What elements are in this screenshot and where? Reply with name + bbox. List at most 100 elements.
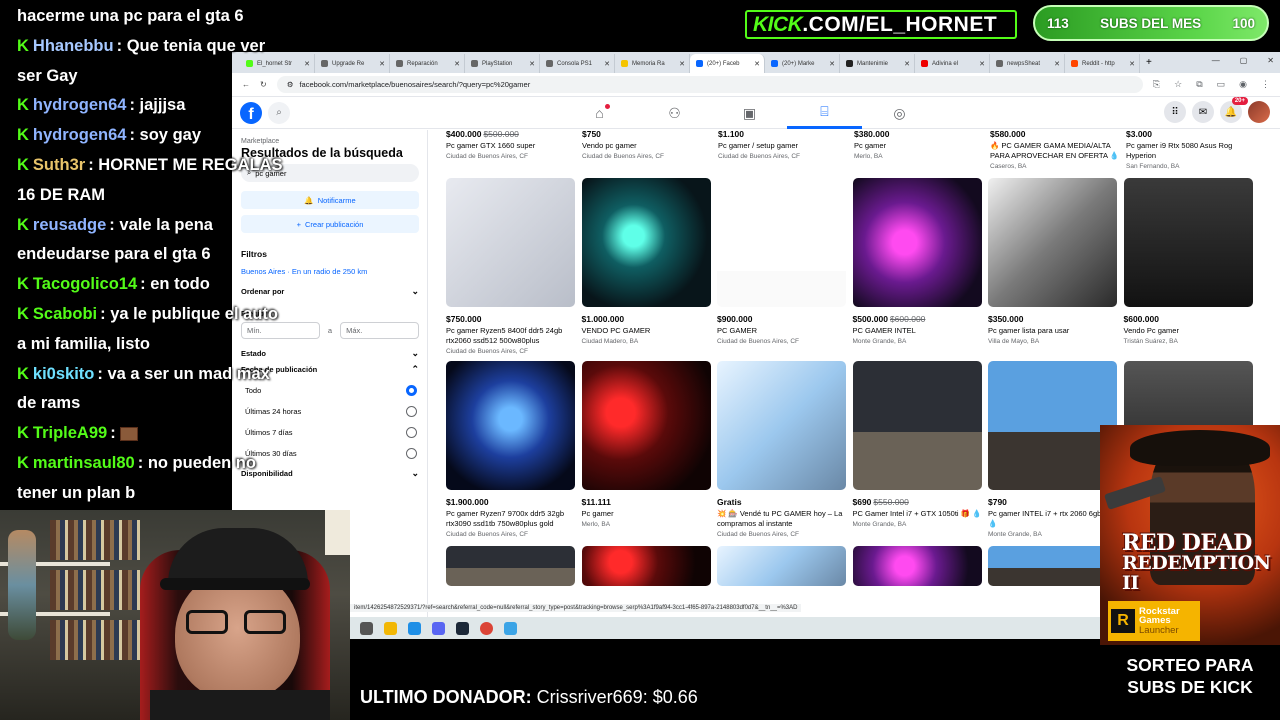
listing-card[interactable]: $380.000 Pc gamer Merlo, BA: [854, 129, 983, 170]
listing-image[interactable]: [988, 178, 1117, 307]
listing-card[interactable]: $500.000 $600.000 PC GAMER INTEL Monte Gran…: [852, 178, 982, 355]
listing-card[interactable]: $790 Pc gamer INTEL i7 + rtx 2060 6gb 🎁 💧…: [988, 361, 1117, 538]
cast-icon[interactable]: ⎘: [1153, 79, 1160, 90]
listing-title[interactable]: 💥 🎰 Vendé tu PC GAMER hoy – La compramos…: [717, 509, 846, 529]
listing-image[interactable]: [446, 178, 575, 307]
listing-card[interactable]: Gratis 💥 🎰 Vendé tu PC GAMER hoy – La com…: [717, 361, 846, 538]
marketplace-icon[interactable]: ⌸: [787, 97, 862, 129]
listing-title[interactable]: Vendo pc gamer: [582, 141, 711, 151]
browser-tab[interactable]: (20+) Marke ✕: [765, 54, 840, 73]
chat-username[interactable]: hydrogen64: [33, 126, 127, 144]
browser-tab[interactable]: Mantenimie ✕: [840, 54, 915, 73]
listing-title[interactable]: Pc gamer: [854, 141, 983, 151]
browser-tab[interactable]: (20+) Faceb ✕: [690, 54, 765, 73]
listing-title[interactable]: 🔥 PC GAMER GAMA MEDIA/ALTA PARA APROVECH…: [990, 141, 1119, 161]
listing-image[interactable]: [581, 546, 711, 586]
listing-image[interactable]: [446, 361, 575, 490]
listing-image[interactable]: [852, 361, 982, 490]
listing-title[interactable]: Vendo Pc gamer: [1124, 326, 1253, 336]
listing-title[interactable]: PC GAMER: [717, 326, 846, 336]
listing-card[interactable]: $600.000 Vendo Pc gamer Tristán Suárez, BA: [1123, 178, 1253, 355]
listing-card[interactable]: $1.900.000 Pc gamer Ryzen7 9700x ddr5 32g…: [446, 361, 575, 538]
home-icon[interactable]: ⌂: [562, 97, 637, 129]
listing-card[interactable]: $690 $550.000 PC Gamer Intel i7 + GTX 1050…: [852, 361, 982, 538]
close-tab-icon[interactable]: ✕: [1129, 60, 1135, 68]
steam-icon[interactable]: [456, 621, 469, 635]
chat-username[interactable]: martinsaul80: [33, 454, 135, 472]
listing-image[interactable]: [581, 361, 711, 490]
browser-tab[interactable]: newpsSheat ✕: [990, 54, 1065, 73]
browser-tab[interactable]: Memoria Ra ✕: [615, 54, 690, 73]
profile-icon[interactable]: ◉: [1239, 79, 1247, 90]
listing-image[interactable]: [1123, 178, 1253, 307]
listing-image[interactable]: [717, 361, 846, 490]
chat-username[interactable]: ki0skito: [33, 365, 94, 383]
notifications-icon[interactable]: 🔔 20+: [1220, 97, 1248, 123]
listing-card[interactable]: $11.111 Pc gamer Merlo, BA: [581, 361, 711, 538]
listing-title[interactable]: Pc gamer: [582, 509, 711, 519]
edge-icon[interactable]: [408, 621, 421, 635]
close-tab-icon[interactable]: ✕: [829, 60, 835, 68]
listing-image[interactable]: [581, 178, 711, 307]
listing-card[interactable]: $1.100 Pc gamer / setup gamer Ciudad de Bu…: [718, 129, 847, 170]
notepad-icon[interactable]: [504, 621, 517, 635]
close-tab-icon[interactable]: ✕: [604, 60, 610, 68]
friends-icon[interactable]: ⚇: [637, 97, 712, 129]
listing-image[interactable]: [988, 546, 1117, 586]
browser-tab[interactable]: Reddit - http ✕: [1065, 54, 1140, 73]
close-tab-icon[interactable]: ✕: [979, 60, 985, 68]
chat-username[interactable]: Tacogolico14: [33, 275, 137, 293]
listing-image[interactable]: [717, 546, 846, 586]
close-tab-icon[interactable]: ✕: [754, 60, 760, 68]
messenger-icon[interactable]: ✉: [1192, 101, 1214, 123]
listing-card[interactable]: $750.000 Pc gamer Ryzen5 8400f ddr5 24gb …: [446, 178, 575, 355]
listing-image[interactable]: [988, 361, 1117, 490]
browser-tab[interactable]: Consola PS1 ✕: [540, 54, 615, 73]
apps-grid-icon[interactable]: ⠿: [1164, 101, 1186, 123]
sidebar-icon[interactable]: ▭: [1217, 79, 1226, 90]
groups-icon[interactable]: ◎: [862, 97, 937, 129]
chat-username[interactable]: reusadge: [33, 216, 106, 234]
listing-card[interactable]: $580.000 🔥 PC GAMER GAMA MEDIA/ALTA PARA …: [990, 129, 1119, 170]
listing-title[interactable]: Pc gamer GTX 1660 super: [446, 141, 575, 151]
listing-card[interactable]: $900.000 PC GAMER Ciudad de Buenos Aires, …: [717, 178, 846, 355]
bookmark-star-icon[interactable]: ☆: [1174, 79, 1182, 90]
chat-username[interactable]: hydrogen64: [33, 96, 127, 114]
menu-icon[interactable]: ⋮: [1261, 79, 1270, 90]
listing-image[interactable]: [446, 546, 575, 586]
radio-button[interactable]: [406, 385, 417, 396]
browser-tab[interactable]: Adivina el ✕: [915, 54, 990, 73]
listing-title[interactable]: PC Gamer Intel i7 + GTX 1050ti 🎁 💧: [853, 509, 982, 519]
listing-title[interactable]: Pc gamer lista para usar: [988, 326, 1117, 336]
browser-tab[interactable]: PlayStation ✕: [465, 54, 540, 73]
chat-username[interactable]: Scabobi: [33, 305, 97, 323]
file-explorer-icon[interactable]: [384, 621, 397, 635]
listing-title[interactable]: VENDO PC GAMER: [582, 326, 711, 336]
close-tab-icon[interactable]: ✕: [379, 60, 385, 68]
close-window-icon[interactable]: ✕: [1267, 56, 1274, 65]
listing-image[interactable]: [852, 546, 982, 586]
close-tab-icon[interactable]: ✕: [529, 60, 535, 68]
chat-username[interactable]: Hhanebbu: [33, 37, 114, 55]
taskbar-app-icon[interactable]: [360, 621, 373, 635]
chrome-icon[interactable]: [480, 621, 493, 635]
browser-tab[interactable]: Upgrade Re ✕: [315, 54, 390, 73]
listing-title[interactable]: Pc gamer / setup gamer: [718, 141, 847, 151]
new-tab-button[interactable]: +: [1146, 57, 1152, 68]
radio-button[interactable]: [406, 406, 417, 417]
listing-title[interactable]: PC GAMER INTEL: [853, 326, 982, 336]
discord-icon[interactable]: [432, 621, 445, 635]
chat-username[interactable]: Suth3r: [33, 156, 85, 174]
radio-button[interactable]: [406, 427, 417, 438]
listing-image[interactable]: [717, 178, 846, 307]
max-price-input[interactable]: Máx.: [340, 322, 419, 339]
video-icon[interactable]: ▣: [712, 97, 787, 129]
maximize-icon[interactable]: ▢: [1240, 56, 1248, 65]
listing-title[interactable]: Pc gamer Ryzen5 8400f ddr5 24gb rtx2060 …: [446, 326, 575, 346]
close-tab-icon[interactable]: ✕: [454, 60, 460, 68]
listing-card[interactable]: $400.000 $500.000 Pc gamer GTX 1660 super C…: [446, 129, 575, 170]
browser-tab[interactable]: Reparación ✕: [390, 54, 465, 73]
avatar[interactable]: [1248, 101, 1270, 123]
close-tab-icon[interactable]: ✕: [679, 60, 685, 68]
listing-title[interactable]: Pc gamer Ryzen7 9700x ddr5 32gb rtx3090 …: [446, 509, 575, 529]
